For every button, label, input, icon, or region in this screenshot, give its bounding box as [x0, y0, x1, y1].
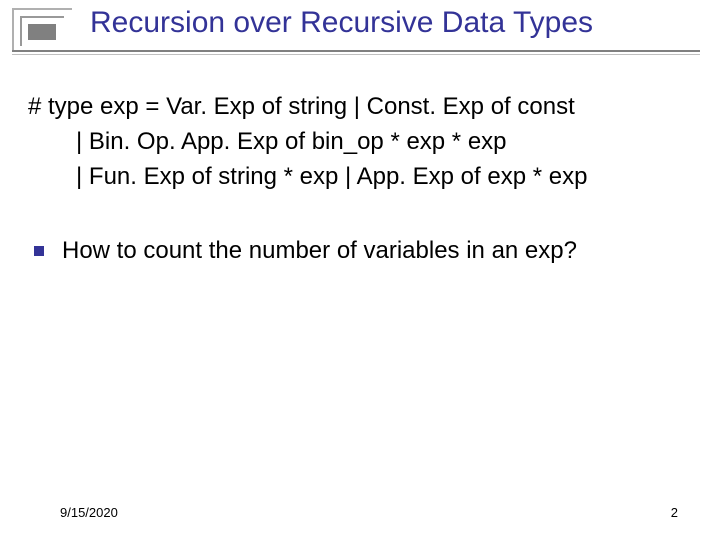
square-bullet-icon: [34, 246, 44, 256]
slide-title: Recursion over Recursive Data Types: [90, 6, 593, 40]
bullet-text: How to count the number of variables in …: [62, 234, 577, 268]
type-line-1: # type exp = Var. Exp of string | Const.…: [28, 90, 692, 125]
slide-body: # type exp = Var. Exp of string | Const.…: [28, 90, 692, 268]
type-definition: # type exp = Var. Exp of string | Const.…: [28, 90, 692, 194]
footer-date: 9/15/2020: [60, 505, 118, 520]
type-line-2: | Bin. Op. App. Exp of bin_op * exp * ex…: [28, 125, 692, 160]
corner-deco-inner: [28, 24, 56, 40]
title-underline: [12, 50, 700, 52]
title-area: Recursion over Recursive Data Types: [0, 0, 720, 60]
slide: Recursion over Recursive Data Types # ty…: [0, 0, 720, 540]
title-underline-2: [12, 54, 700, 55]
bullet-item: How to count the number of variables in …: [28, 234, 692, 268]
type-line-3: | Fun. Exp of string * exp | App. Exp of…: [28, 160, 692, 195]
footer-page-number: 2: [671, 505, 678, 520]
